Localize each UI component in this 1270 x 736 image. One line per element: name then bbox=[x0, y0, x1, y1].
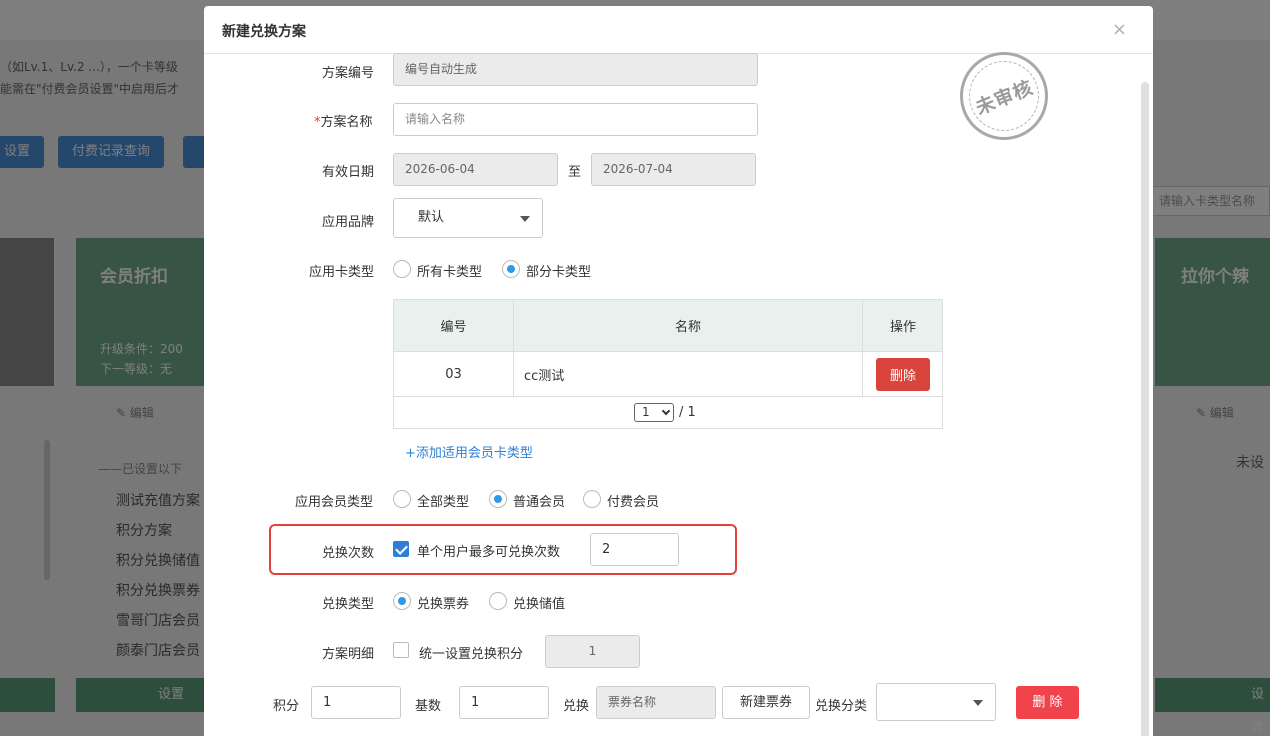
exchange-count-label: 兑换次数 bbox=[322, 546, 375, 561]
card-type-part-text: 部分卡类型 bbox=[526, 265, 592, 280]
exchange-type-label: 兑换类型 bbox=[322, 597, 375, 612]
detail-label: 方案明细 bbox=[322, 647, 375, 662]
row-action: 删除 bbox=[863, 352, 943, 396]
member-type-paid-text: 付费会员 bbox=[607, 495, 660, 510]
page-select-value: 1 bbox=[642, 405, 650, 419]
member-type-label: 应用会员类型 bbox=[295, 495, 374, 510]
table-pagination: 1 / 1 bbox=[394, 397, 942, 428]
exchange-type-ticket-radio[interactable] bbox=[393, 592, 411, 610]
date-start-input[interactable]: 2026-06-04 bbox=[393, 153, 558, 186]
points-label: 积分 bbox=[273, 699, 300, 714]
date-to-label: 至 bbox=[568, 165, 582, 180]
base-input[interactable]: 1 bbox=[459, 686, 549, 719]
brand-select[interactable]: 默认 bbox=[393, 198, 543, 238]
table-header: 编号 名称 操作 bbox=[394, 300, 942, 352]
exchange-count-checkbox[interactable] bbox=[393, 541, 409, 557]
valid-date-label: 有效日期 bbox=[322, 165, 375, 180]
category-label: 兑换分类 bbox=[815, 699, 868, 714]
modal-title: 新建兑换方案 bbox=[222, 24, 306, 40]
detail-text: 统一设置兑换积分 bbox=[419, 647, 524, 662]
chevron-down-icon bbox=[973, 700, 983, 706]
date-end-input[interactable]: 2026-07-04 bbox=[591, 153, 756, 186]
new-ticket-button[interactable]: 新建票券 bbox=[722, 686, 810, 719]
exchange-count-text: 单个用户最多可兑换次数 bbox=[417, 545, 561, 560]
card-type-part-radio[interactable] bbox=[502, 260, 520, 278]
points-input[interactable]: 1 bbox=[311, 686, 401, 719]
member-type-paid-radio[interactable] bbox=[583, 490, 601, 508]
unreviewed-stamp: 未审核 bbox=[960, 52, 1048, 140]
exchange-type-value-radio[interactable] bbox=[489, 592, 507, 610]
header-name: 名称 bbox=[514, 300, 863, 351]
brand-label: 应用品牌 bbox=[322, 215, 375, 230]
page-total: / 1 bbox=[679, 405, 696, 420]
member-type-all-radio[interactable] bbox=[393, 490, 411, 508]
modal-scrollbar[interactable] bbox=[1141, 82, 1149, 736]
page-select[interactable]: 1 bbox=[634, 403, 674, 422]
scheme-name-input[interactable]: 请输入名称 bbox=[393, 103, 758, 136]
card-type-all-radio[interactable] bbox=[393, 260, 411, 278]
exchange-type-value-text: 兑换储值 bbox=[513, 597, 566, 612]
delete-row-detail-button[interactable]: 删 除 bbox=[1016, 686, 1079, 719]
detail-points-input[interactable]: 1 bbox=[545, 635, 640, 668]
member-type-normal-text: 普通会员 bbox=[513, 495, 566, 510]
ticket-name-input[interactable]: 票券名称 bbox=[596, 686, 716, 719]
member-type-normal-radio[interactable] bbox=[489, 490, 507, 508]
card-type-table: 编号 名称 操作 03 cc测试 删除 1 / 1 bbox=[393, 299, 943, 429]
add-card-type-link[interactable]: +添加适用会员卡类型 bbox=[405, 442, 533, 461]
member-type-all-text: 全部类型 bbox=[417, 495, 470, 510]
header-action: 操作 bbox=[889, 320, 916, 335]
category-select[interactable] bbox=[876, 683, 996, 721]
new-exchange-scheme-modal: 新建兑换方案 × 未审核 方案编号 编号自动生成 *方案名称 请输入名称 有效日… bbox=[204, 6, 1153, 736]
exchange-type-ticket-text: 兑换票券 bbox=[417, 597, 470, 612]
modal-header: 新建兑换方案 × bbox=[204, 6, 1153, 54]
row-code: 03 bbox=[394, 352, 514, 396]
header-code: 编号 bbox=[394, 300, 514, 351]
close-icon[interactable]: × bbox=[1112, 19, 1127, 40]
delete-row-button[interactable]: 删除 bbox=[876, 357, 930, 391]
card-type-label: 应用卡类型 bbox=[309, 265, 375, 280]
card-type-all-text: 所有卡类型 bbox=[417, 265, 483, 280]
scheme-no-label: 方案编号 bbox=[322, 66, 375, 81]
scheme-name-label: *方案名称 bbox=[314, 115, 373, 130]
table-row: 03 cc测试 删除 bbox=[394, 352, 942, 397]
exchange-count-input[interactable]: 2 bbox=[590, 533, 679, 566]
pager: 1 / 1 bbox=[634, 403, 696, 422]
chevron-down-icon bbox=[520, 216, 530, 222]
scheme-no-input[interactable]: 编号自动生成 bbox=[393, 53, 758, 86]
chevron-down-icon bbox=[661, 406, 671, 416]
exchange-label: 兑换 bbox=[563, 699, 590, 714]
base-label: 基数 bbox=[415, 699, 442, 714]
brand-select-value: 默认 bbox=[418, 210, 445, 225]
row-name: cc测试 bbox=[514, 352, 863, 396]
detail-checkbox[interactable] bbox=[393, 642, 409, 658]
